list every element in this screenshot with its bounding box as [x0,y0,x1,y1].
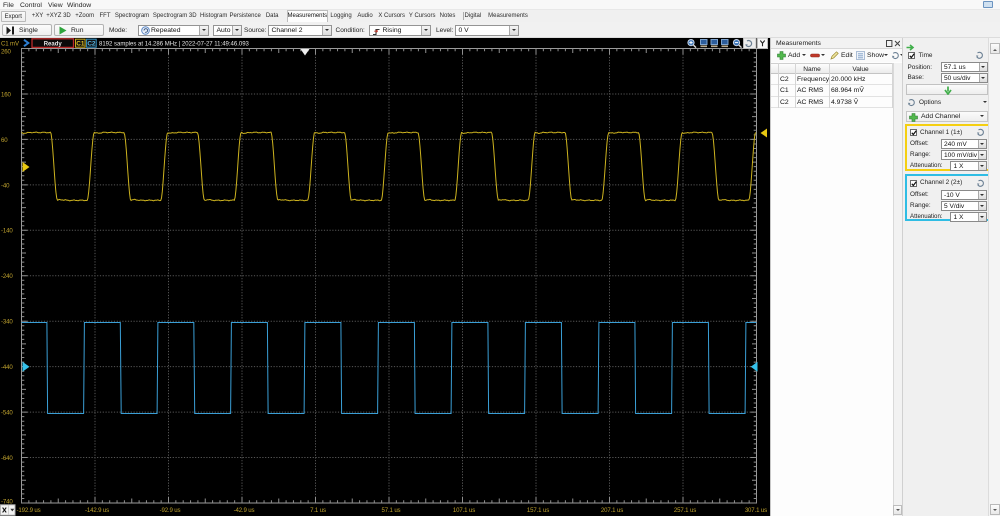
svg-text:207.1 us: 207.1 us [601,507,623,514]
svg-text:157.1 us: 157.1 us [527,507,549,514]
svg-text:-440: -440 [1,364,13,371]
svg-text:107.1 us: 107.1 us [453,507,475,514]
svg-text:-140: -140 [1,228,13,235]
svg-text:7.1 us: 7.1 us [310,507,326,514]
svg-text:-92.9 us: -92.9 us [160,507,181,514]
svg-text:307.1 us: 307.1 us [745,507,767,514]
svg-text:57.1 us: 57.1 us [382,507,401,514]
svg-text:-240: -240 [1,273,13,280]
svg-text:-340: -340 [1,319,13,326]
svg-text:C1: C1 [76,40,85,47]
svg-text:C1 mV: C1 mV [1,41,20,48]
svg-text:-42.9 us: -42.9 us [234,507,255,514]
svg-text:-40: -40 [1,182,10,189]
svg-text:C2: C2 [87,40,96,47]
svg-text:-142.9 us: -142.9 us [85,507,109,514]
svg-text:260: 260 [1,48,11,55]
svg-text:-540: -540 [1,410,13,417]
svg-text:257.1 us: 257.1 us [674,507,696,514]
svg-text:Ready: Ready [44,42,63,48]
svg-text:-192.9 us: -192.9 us [17,507,41,514]
svg-text:60: 60 [1,137,8,144]
svg-text:8192 samples at 14.286 MHz | 2: 8192 samples at 14.286 MHz | 2022-07-27 … [99,42,250,48]
svg-text:160: 160 [1,91,11,98]
svg-text:-640: -640 [1,455,13,462]
